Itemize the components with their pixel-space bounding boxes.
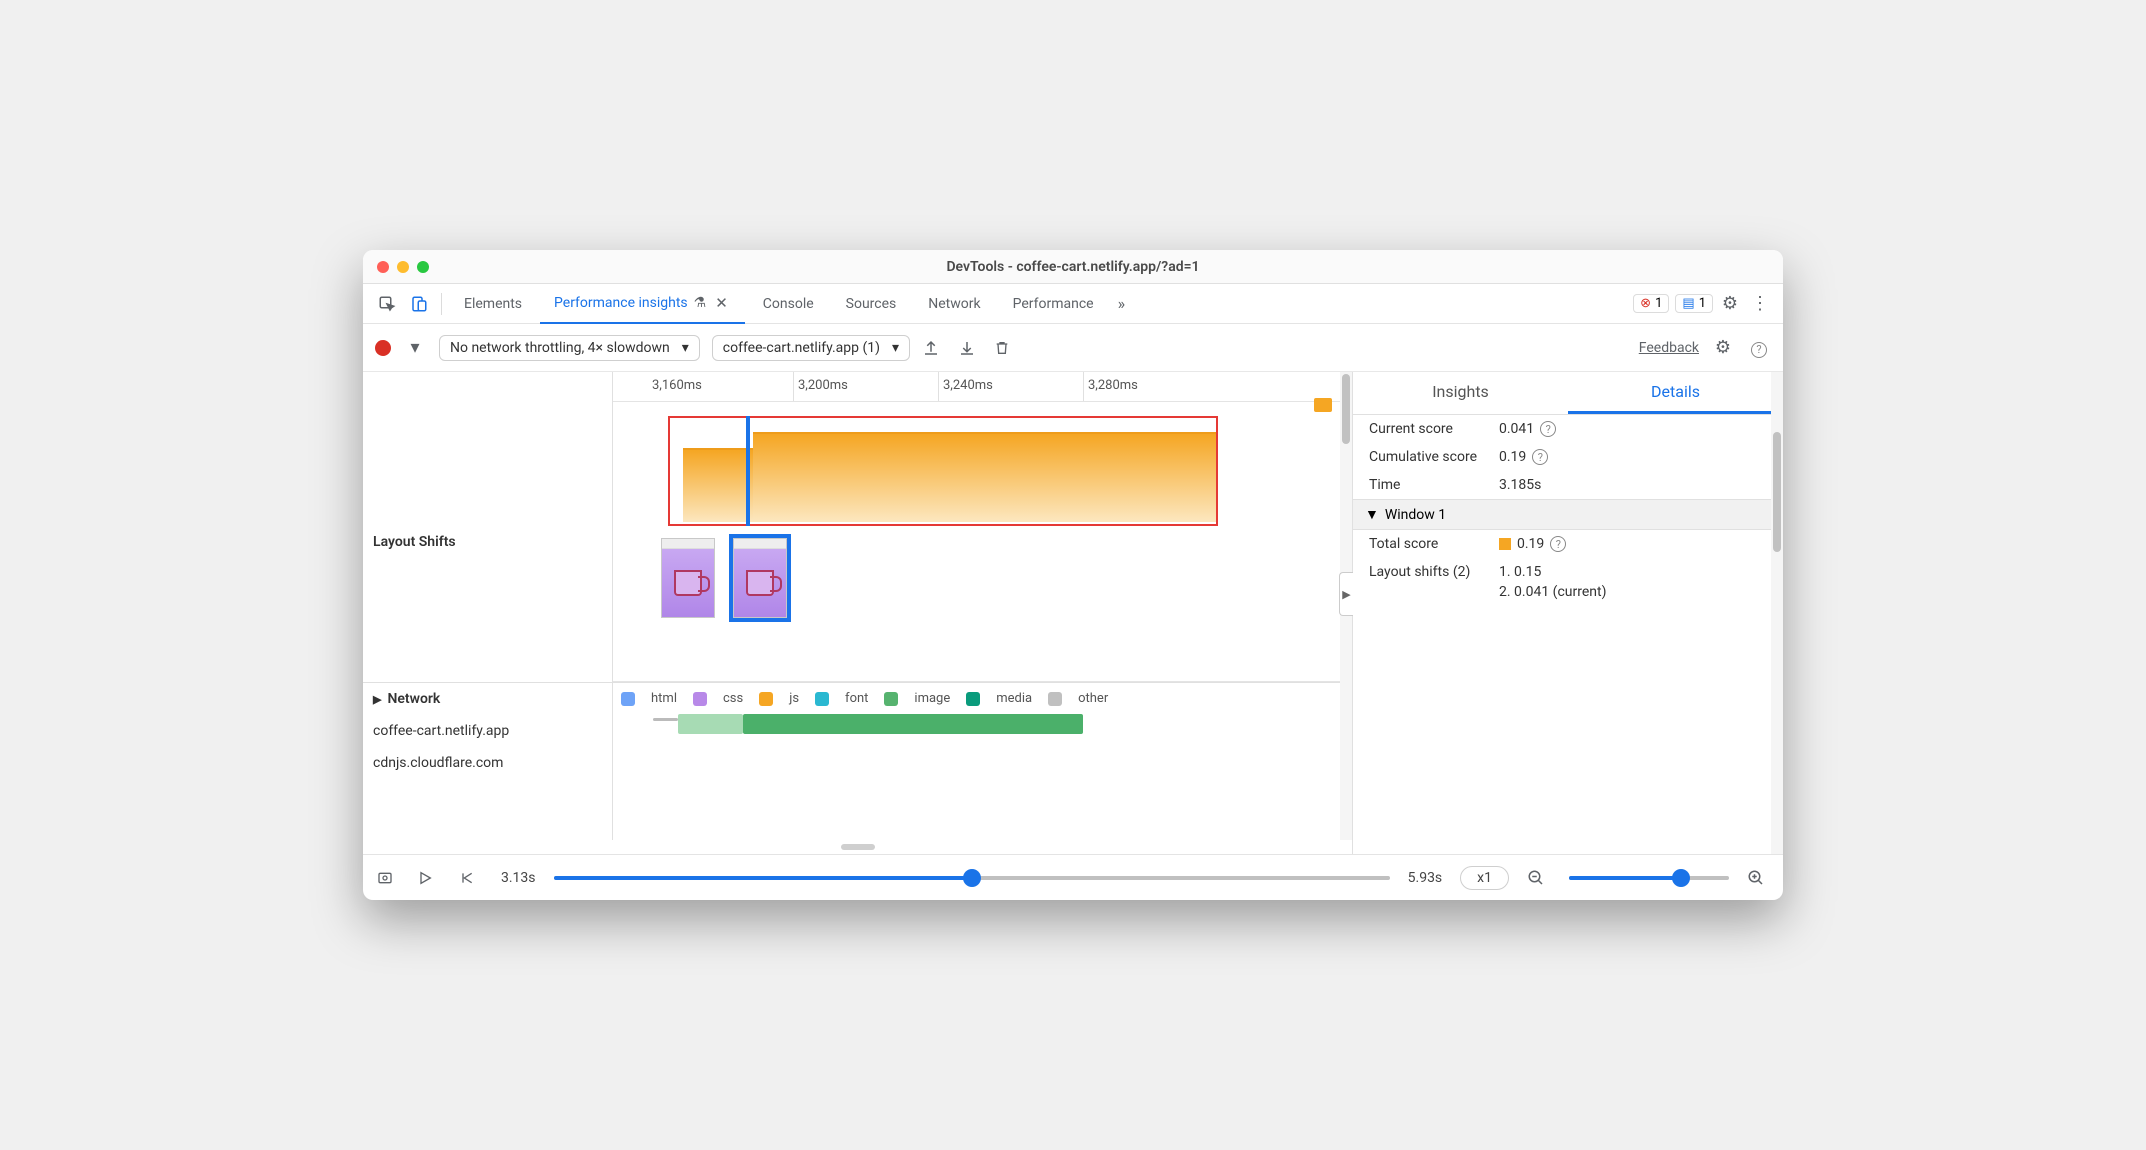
device-toolbar-icon[interactable] xyxy=(405,290,433,318)
legend-media-icon xyxy=(966,692,980,706)
current-score-label: Current score xyxy=(1369,421,1499,437)
horizontal-scroll-handle[interactable] xyxy=(363,840,1352,854)
tab-performance-insights[interactable]: Performance insights ⚗ ✕ xyxy=(540,284,745,324)
import-icon[interactable] xyxy=(958,339,982,357)
delete-icon[interactable] xyxy=(994,339,1018,357)
visibility-icon[interactable] xyxy=(375,870,399,886)
network-track-label[interactable]: ▶Network xyxy=(363,682,612,715)
window-title: DevTools - coffee-cart.netlify.app/?ad=1 xyxy=(429,259,1717,275)
tab-console[interactable]: Console xyxy=(749,284,828,324)
zoom-multiplier[interactable]: x1 xyxy=(1460,866,1509,890)
time-label: Time xyxy=(1369,477,1499,493)
net-request-image-light[interactable] xyxy=(678,714,743,734)
details-scrollbar[interactable] xyxy=(1771,372,1783,854)
minimize-window-icon[interactable] xyxy=(397,261,409,273)
panel-settings-icon[interactable]: ⚙ xyxy=(1711,337,1735,358)
timeline-tracks[interactable]: 3,160ms 3,200ms 3,240ms 3,280ms xyxy=(613,372,1352,840)
tab-details[interactable]: Details xyxy=(1568,372,1783,414)
playback-slider[interactable] xyxy=(554,876,1390,880)
legend-css-icon xyxy=(693,692,707,706)
settings-icon[interactable]: ⚙ xyxy=(1717,293,1743,314)
layout-shift-item-1[interactable]: 1. 0.15 xyxy=(1499,564,1541,580)
zoom-out-icon[interactable] xyxy=(1527,869,1551,887)
close-window-icon[interactable] xyxy=(377,261,389,273)
total-score-label: Total score xyxy=(1369,536,1499,552)
playhead[interactable] xyxy=(746,416,750,526)
legend-image-icon xyxy=(884,692,898,706)
details-panel: ▶ Insights Details Current score0.041? C… xyxy=(1353,372,1783,854)
insights-toolbar: ▾ No network throttling, 4× slowdown▾ co… xyxy=(363,324,1783,372)
feedback-link[interactable]: Feedback xyxy=(1639,340,1699,356)
more-tabs-icon[interactable]: » xyxy=(1112,294,1132,313)
tab-network[interactable]: Network xyxy=(914,284,994,324)
score-swatch-icon xyxy=(1499,538,1511,550)
play-icon[interactable] xyxy=(417,870,441,886)
zoom-slider[interactable] xyxy=(1569,876,1729,880)
network-host-1: cdnjs.cloudflare.com xyxy=(363,747,612,779)
help-icon[interactable]: ? xyxy=(1532,449,1548,465)
main-content: Layout Shifts ▶Network coffee-cart.netli… xyxy=(363,372,1783,854)
legend-font-icon xyxy=(815,692,829,706)
layout-shifts-count-label: Layout shifts (2) xyxy=(1369,564,1499,580)
zoom-in-icon[interactable] xyxy=(1747,869,1771,887)
net-request-image[interactable] xyxy=(743,714,1083,734)
devtools-window: DevTools - coffee-cart.netlify.app/?ad=1… xyxy=(363,250,1783,900)
tab-elements[interactable]: Elements xyxy=(450,284,536,324)
legend-other-icon xyxy=(1048,692,1062,706)
layout-shift-item-2[interactable]: 2. 0.041 (current) xyxy=(1499,584,1606,600)
maximize-window-icon[interactable] xyxy=(417,261,429,273)
throttling-dropdown[interactable]: No network throttling, 4× slowdown▾ xyxy=(439,335,700,361)
tab-performance[interactable]: Performance xyxy=(999,284,1108,324)
legend-html-icon xyxy=(621,692,635,706)
tab-sources[interactable]: Sources xyxy=(832,284,911,324)
inspect-element-icon[interactable] xyxy=(373,290,401,318)
selection-box xyxy=(668,416,1218,526)
cumulative-score-label: Cumulative score xyxy=(1369,449,1499,465)
layout-shifts-label: Layout Shifts xyxy=(363,402,612,682)
help-icon[interactable]: ? xyxy=(1540,421,1556,437)
total-score-value: 0.19 xyxy=(1517,536,1544,552)
error-count-badge[interactable]: ⊗1 xyxy=(1633,294,1669,313)
current-score-value: 0.041 xyxy=(1499,421,1534,437)
help-icon[interactable]: ? xyxy=(1550,536,1566,552)
network-legend: html css js font image media other xyxy=(613,682,1352,714)
network-host-0: coffee-cart.netlify.app xyxy=(363,715,612,747)
tab-insights[interactable]: Insights xyxy=(1353,372,1568,414)
timeline-panel: Layout Shifts ▶Network coffee-cart.netli… xyxy=(363,372,1353,854)
close-tab-icon[interactable]: ✕ xyxy=(712,294,731,312)
screenshot-thumbnail-2[interactable] xyxy=(733,538,787,618)
layout-shift-track[interactable] xyxy=(613,402,1352,682)
experiment-icon: ⚗ xyxy=(694,295,707,311)
window-section[interactable]: ▼Window 1 xyxy=(1353,499,1783,530)
legend-js-icon xyxy=(759,692,773,706)
playback-end-time: 5.93s xyxy=(1408,870,1443,886)
expand-sidebar-icon[interactable]: ▶ xyxy=(1339,572,1353,616)
time-ruler: 3,160ms 3,200ms 3,240ms 3,280ms xyxy=(613,372,1352,402)
kebab-menu-icon[interactable]: ⋮ xyxy=(1747,293,1773,314)
cumulative-score-value: 0.19 xyxy=(1499,449,1526,465)
time-value: 3.185s xyxy=(1499,477,1541,493)
net-wait xyxy=(653,718,678,721)
titlebar: DevTools - coffee-cart.netlify.app/?ad=1 xyxy=(363,250,1783,284)
help-icon[interactable]: ? xyxy=(1747,337,1771,358)
network-requests[interactable] xyxy=(613,714,1352,779)
message-count-badge[interactable]: ▤1 xyxy=(1675,294,1713,313)
record-button[interactable] xyxy=(375,340,391,356)
traffic-lights xyxy=(377,261,429,273)
panel-tabs: Elements Performance insights ⚗ ✕ Consol… xyxy=(363,284,1783,324)
skip-start-icon[interactable] xyxy=(459,870,483,886)
screenshot-thumbnail-1[interactable] xyxy=(661,538,715,618)
capture-dropdown[interactable]: coffee-cart.netlify.app (1)▾ xyxy=(712,335,910,361)
export-icon[interactable] xyxy=(922,339,946,357)
playback-start-time: 3.13s xyxy=(501,870,536,886)
record-dropdown-icon[interactable]: ▾ xyxy=(403,337,427,358)
playback-footer: 3.13s 5.93s x1 xyxy=(363,854,1783,900)
